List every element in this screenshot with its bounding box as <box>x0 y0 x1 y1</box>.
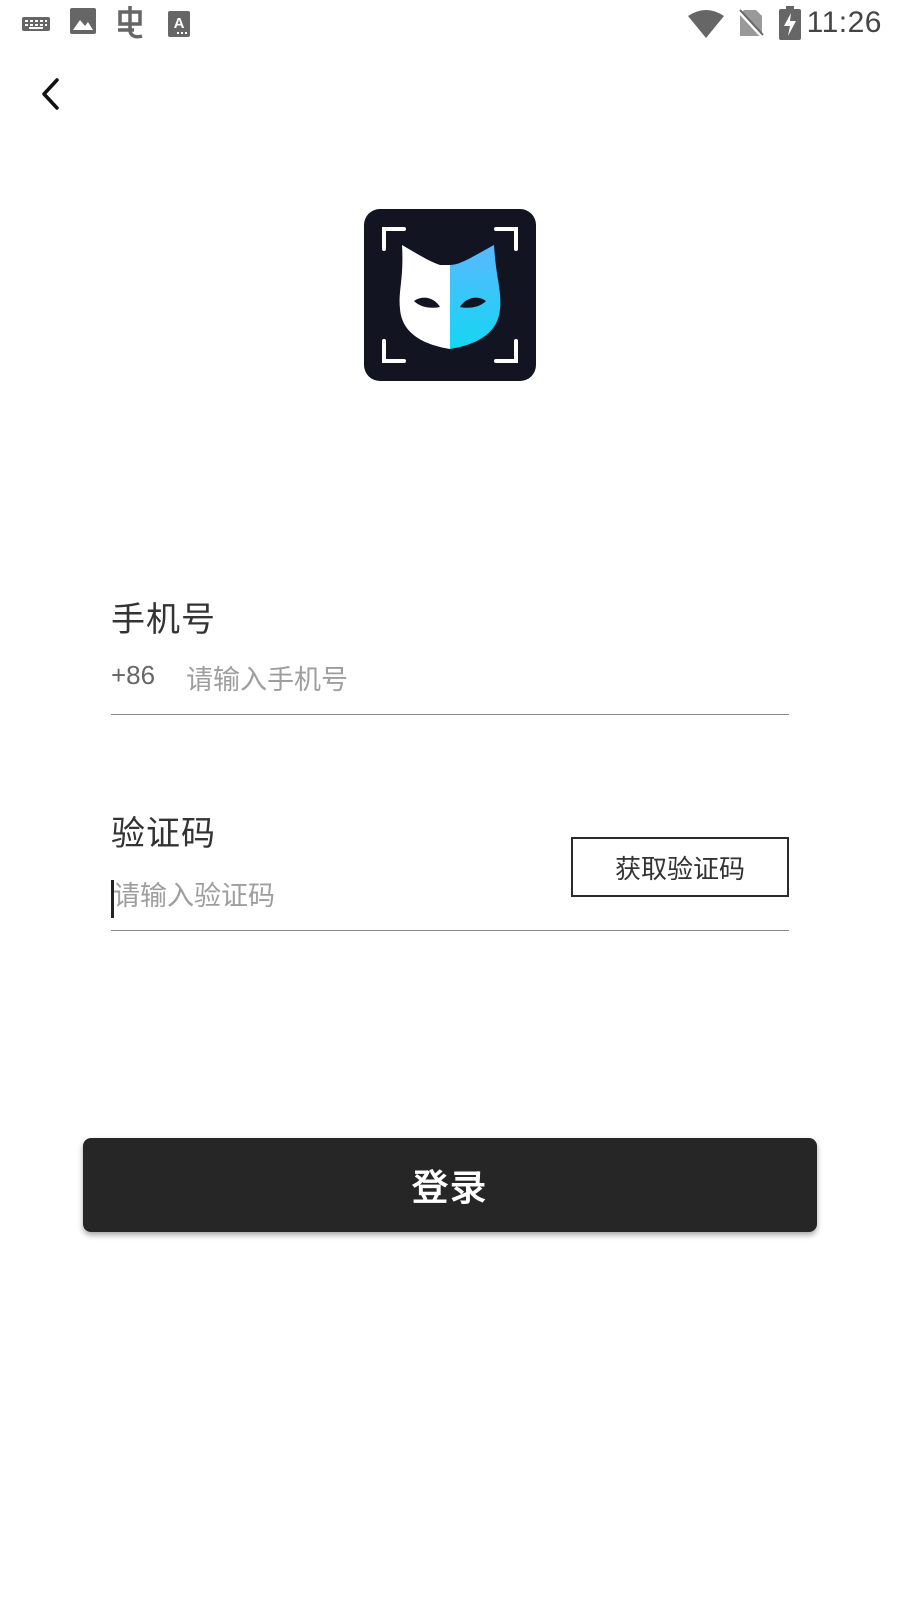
battery-charging-icon <box>779 6 801 44</box>
get-code-button[interactable]: 获取验证码 <box>571 837 789 897</box>
app-logo <box>364 209 536 381</box>
code-field-row: 获取验证码 <box>111 837 789 931</box>
code-input[interactable] <box>113 866 553 926</box>
wifi-icon <box>688 10 724 42</box>
image-icon <box>70 8 96 38</box>
status-bar: A 11:26 <box>0 0 900 48</box>
svg-text:A: A <box>174 15 185 32</box>
keyboard-icon <box>22 14 50 38</box>
login-button[interactable]: 登录 <box>83 1138 817 1232</box>
phone-label: 手机号 <box>111 600 216 640</box>
chevron-left-icon <box>38 76 62 116</box>
phone-input[interactable] <box>186 650 786 710</box>
text-a-icon: A <box>168 11 190 41</box>
bug-icon <box>114 6 146 44</box>
code-label: 验证码 <box>111 814 216 854</box>
back-button[interactable] <box>28 72 72 120</box>
no-sim-icon <box>737 8 765 42</box>
phone-field-row: +86 <box>111 650 789 715</box>
country-code[interactable]: +86 <box>111 660 155 691</box>
cat-mask-icon <box>364 227 536 381</box>
status-time: 11:26 <box>806 6 882 39</box>
